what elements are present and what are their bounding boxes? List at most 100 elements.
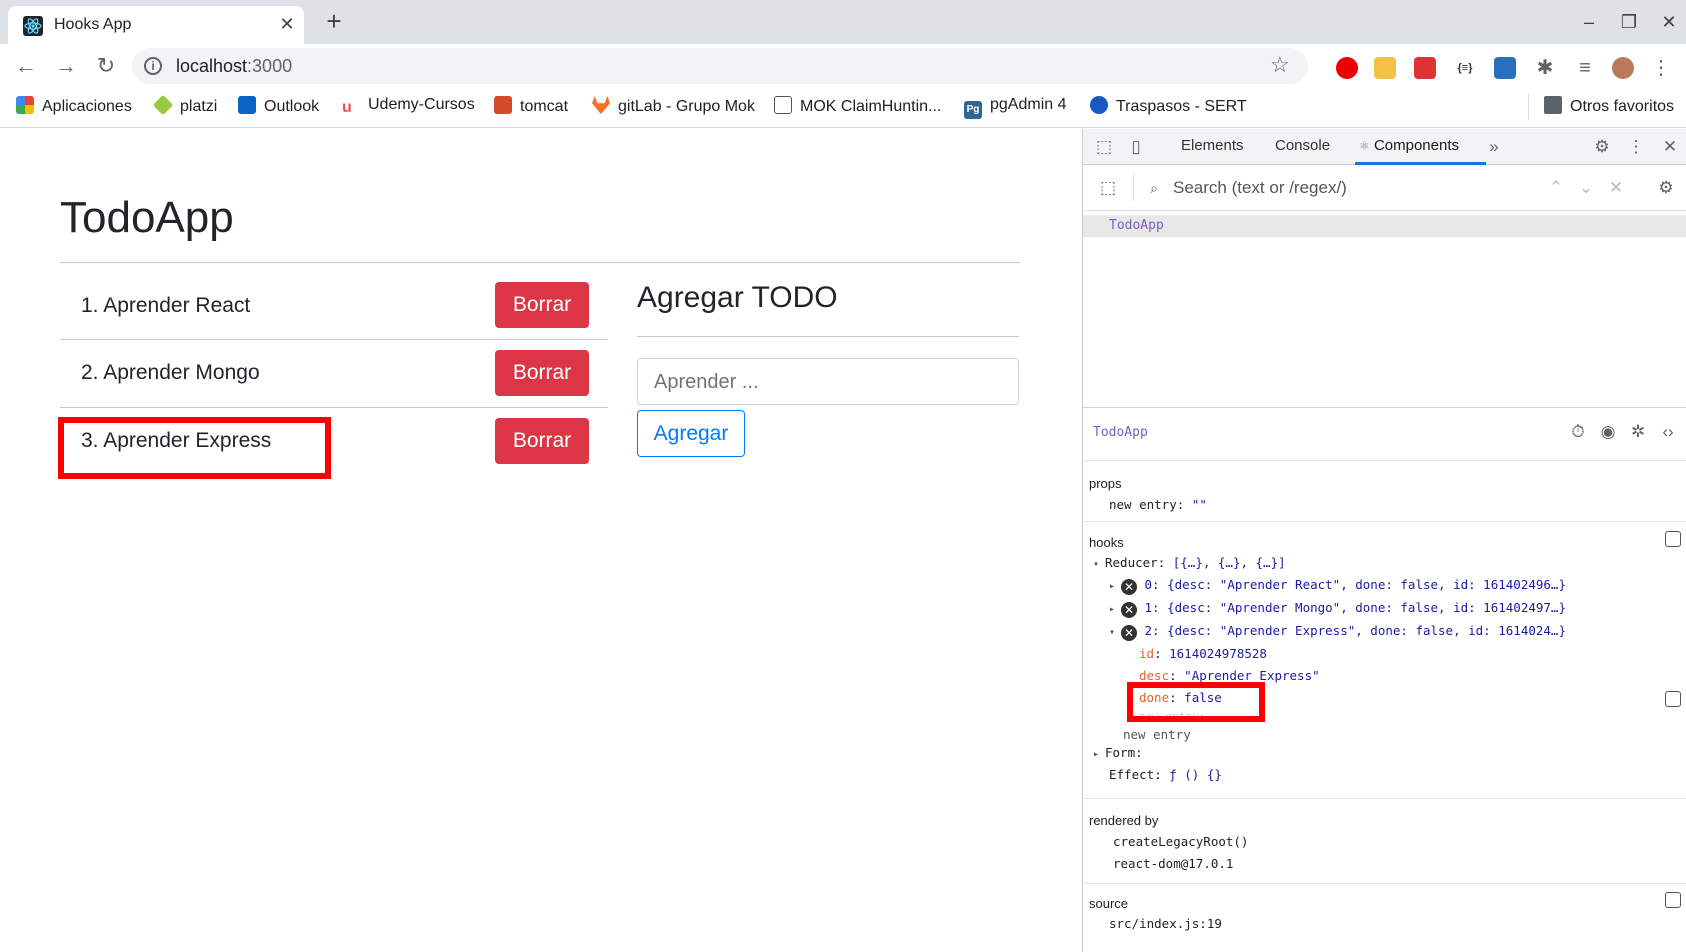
highlight-box xyxy=(1127,682,1265,722)
reducer-row[interactable]: ▾ Reducer: [{…}, {…}, {…}] xyxy=(1093,555,1286,570)
remove-item-icon[interactable]: ✕ xyxy=(1121,602,1137,618)
gitlab-icon xyxy=(592,96,610,114)
minimize-icon[interactable]: – xyxy=(1574,8,1604,36)
form-divider xyxy=(637,336,1019,337)
bug-icon[interactable]: ✲ xyxy=(1627,421,1649,443)
rendered-by-item[interactable]: react-dom@17.0.1 xyxy=(1113,856,1233,871)
info-icon[interactable]: i xyxy=(144,57,162,75)
reducer-item-2[interactable]: ▾ ✕ 2: {desc: "Aprender Express", done: f… xyxy=(1109,623,1566,641)
inspect-element-icon[interactable]: ⬚ xyxy=(1093,136,1115,158)
remove-item-icon[interactable]: ✕ xyxy=(1121,625,1137,641)
remove-item-icon[interactable]: ✕ xyxy=(1121,579,1137,595)
collapsed-arrow-icon: ▸ xyxy=(1109,604,1116,615)
bookmarks-bar: Aplicaciones platzi Outlook u Udemy-Curso… xyxy=(0,86,1686,128)
new-entry-row[interactable]: new entry xyxy=(1123,727,1191,742)
pgadmin-icon: Pg xyxy=(964,101,982,119)
bookmark-udemy[interactable]: u Udemy-Cursos xyxy=(342,96,475,118)
collapsed-arrow-icon: ▸ xyxy=(1109,581,1116,592)
bookmark-star-icon[interactable]: ☆ xyxy=(1270,52,1290,78)
copy-hooks-icon[interactable] xyxy=(1665,531,1681,547)
reducer-item-0[interactable]: ▸ ✕ 0: {desc: "Aprender React", done: fal… xyxy=(1109,577,1566,595)
mok-icon xyxy=(774,96,792,114)
other-bookmarks-folder[interactable]: Otros favoritos xyxy=(1544,96,1674,118)
bookmark-aplicaciones[interactable]: Aplicaciones xyxy=(16,96,132,118)
new-tab-button[interactable]: + xyxy=(320,8,348,36)
url-text: localhost:3000 xyxy=(176,56,293,76)
outlook-icon xyxy=(238,96,256,114)
view-source-icon[interactable]: ‹› xyxy=(1657,421,1679,443)
todo-text[interactable]: 2. Aprender Mongo xyxy=(81,361,260,385)
prev-result-icon[interactable]: ⌃ xyxy=(1545,177,1567,199)
next-result-icon[interactable]: ⌄ xyxy=(1575,177,1597,199)
profile-avatar[interactable] xyxy=(1612,57,1634,79)
devtools-menu-icon[interactable]: ⋮ xyxy=(1625,136,1647,158)
stopwatch-icon[interactable]: ⏱ xyxy=(1567,421,1589,443)
json-extension-icon[interactable]: {≡} xyxy=(1454,57,1476,79)
component-settings-icon[interactable]: ⚙ xyxy=(1655,177,1677,199)
select-component-icon[interactable]: ⬚ xyxy=(1097,177,1119,199)
search-icon: ⌕ xyxy=(1150,180,1158,196)
reload-icon[interactable]: ↻ xyxy=(92,52,120,80)
clear-search-icon[interactable]: ✕ xyxy=(1605,177,1627,199)
close-window-icon[interactable]: ✕ xyxy=(1654,8,1684,36)
add-button[interactable]: Agregar xyxy=(637,410,745,457)
grid-extension-icon[interactable] xyxy=(1494,57,1516,79)
back-icon[interactable]: ← xyxy=(12,52,40,80)
copy-source-icon[interactable] xyxy=(1665,892,1681,908)
search-input[interactable]: Search (text or /regex/) xyxy=(1173,178,1347,198)
bookmark-tomcat[interactable]: tomcat xyxy=(494,96,568,118)
udemy-icon: u xyxy=(342,99,360,117)
eye-icon[interactable]: ◉ xyxy=(1597,421,1619,443)
effect-hook-row[interactable]: Effect: ƒ () {} xyxy=(1109,767,1222,782)
tab-close-icon[interactable]: ✕ xyxy=(276,13,298,35)
traspasos-icon xyxy=(1090,96,1108,114)
bookmark-outlook[interactable]: Outlook xyxy=(238,96,319,118)
props-new-entry[interactable]: new entry: "" xyxy=(1109,497,1207,512)
red-extension-icon[interactable] xyxy=(1414,57,1436,79)
add-todo-heading: Agregar TODO xyxy=(637,281,838,314)
section-divider xyxy=(1083,460,1686,461)
platzi-icon xyxy=(152,94,174,116)
todo-text[interactable]: 1. Aprender React xyxy=(81,294,250,318)
tab-console[interactable]: Console xyxy=(1275,137,1330,154)
opera-extension-icon[interactable] xyxy=(1336,57,1358,79)
more-tabs-icon[interactable]: » xyxy=(1483,136,1505,158)
browser-tab[interactable]: Hooks App ✕ xyxy=(8,6,304,44)
address-bar[interactable]: i localhost:3000 ☆ xyxy=(132,48,1308,84)
done-checkbox[interactable] xyxy=(1665,691,1681,707)
settings-gear-icon[interactable]: ⚙ xyxy=(1591,136,1613,158)
browser-toolbar: ← → ↻ i localhost:3000 ☆ {≡} ✱ ≡ ⋮ xyxy=(0,44,1686,86)
chrome-menu-icon[interactable]: ⋮ xyxy=(1650,57,1672,79)
restore-icon[interactable]: ❐ xyxy=(1614,8,1644,36)
delete-button[interactable]: Borrar xyxy=(495,350,589,396)
reducer-item-1[interactable]: ▸ ✕ 1: {desc: "Aprender Mongo", done: fal… xyxy=(1109,600,1566,618)
tab-elements[interactable]: Elements xyxy=(1181,137,1244,154)
collapsed-arrow-icon: ▸ xyxy=(1093,749,1100,760)
inspected-component-name: TodoApp xyxy=(1093,425,1148,440)
media-control-icon[interactable]: ≡ xyxy=(1574,57,1596,79)
bookmark-gitlab[interactable]: gitLab - Grupo Mok xyxy=(592,96,755,118)
bug-extension-icon[interactable] xyxy=(1374,57,1396,79)
puzzle-extensions-icon[interactable]: ✱ xyxy=(1534,57,1556,79)
delete-button[interactable]: Borrar xyxy=(495,282,589,328)
device-toggle-icon[interactable]: ▯ xyxy=(1125,136,1147,158)
rendered-by-item[interactable]: createLegacyRoot() xyxy=(1113,834,1248,849)
forward-icon[interactable]: → xyxy=(52,52,80,80)
delete-button[interactable]: Borrar xyxy=(495,418,589,464)
hooks-label: hooks xyxy=(1089,535,1124,550)
tab-components[interactable]: ⚛ Components xyxy=(1359,137,1459,154)
bookmark-traspasos[interactable]: Traspasos - SERT xyxy=(1090,96,1247,118)
form-hook-row[interactable]: ▸ Form: xyxy=(1093,745,1143,760)
tree-component-name: TodoApp xyxy=(1109,218,1164,233)
field-id[interactable]: id: 1614024978528 xyxy=(1139,646,1267,661)
field-desc[interactable]: desc: "Aprender Express" xyxy=(1139,668,1320,683)
source-location[interactable]: src/index.js:19 xyxy=(1109,916,1222,931)
close-devtools-icon[interactable]: ✕ xyxy=(1659,136,1681,158)
pane-divider[interactable] xyxy=(1083,407,1686,408)
bookmark-platzi[interactable]: platzi xyxy=(152,94,217,118)
bookmark-pgadmin[interactable]: Pg pgAdmin 4 xyxy=(964,96,1067,119)
bookmark-mok[interactable]: MOK ClaimHuntin... xyxy=(774,96,941,118)
todo-input[interactable]: Aprender ... xyxy=(637,358,1019,405)
tree-row-selected[interactable]: TodoApp xyxy=(1083,215,1686,237)
section-divider xyxy=(1083,798,1686,799)
